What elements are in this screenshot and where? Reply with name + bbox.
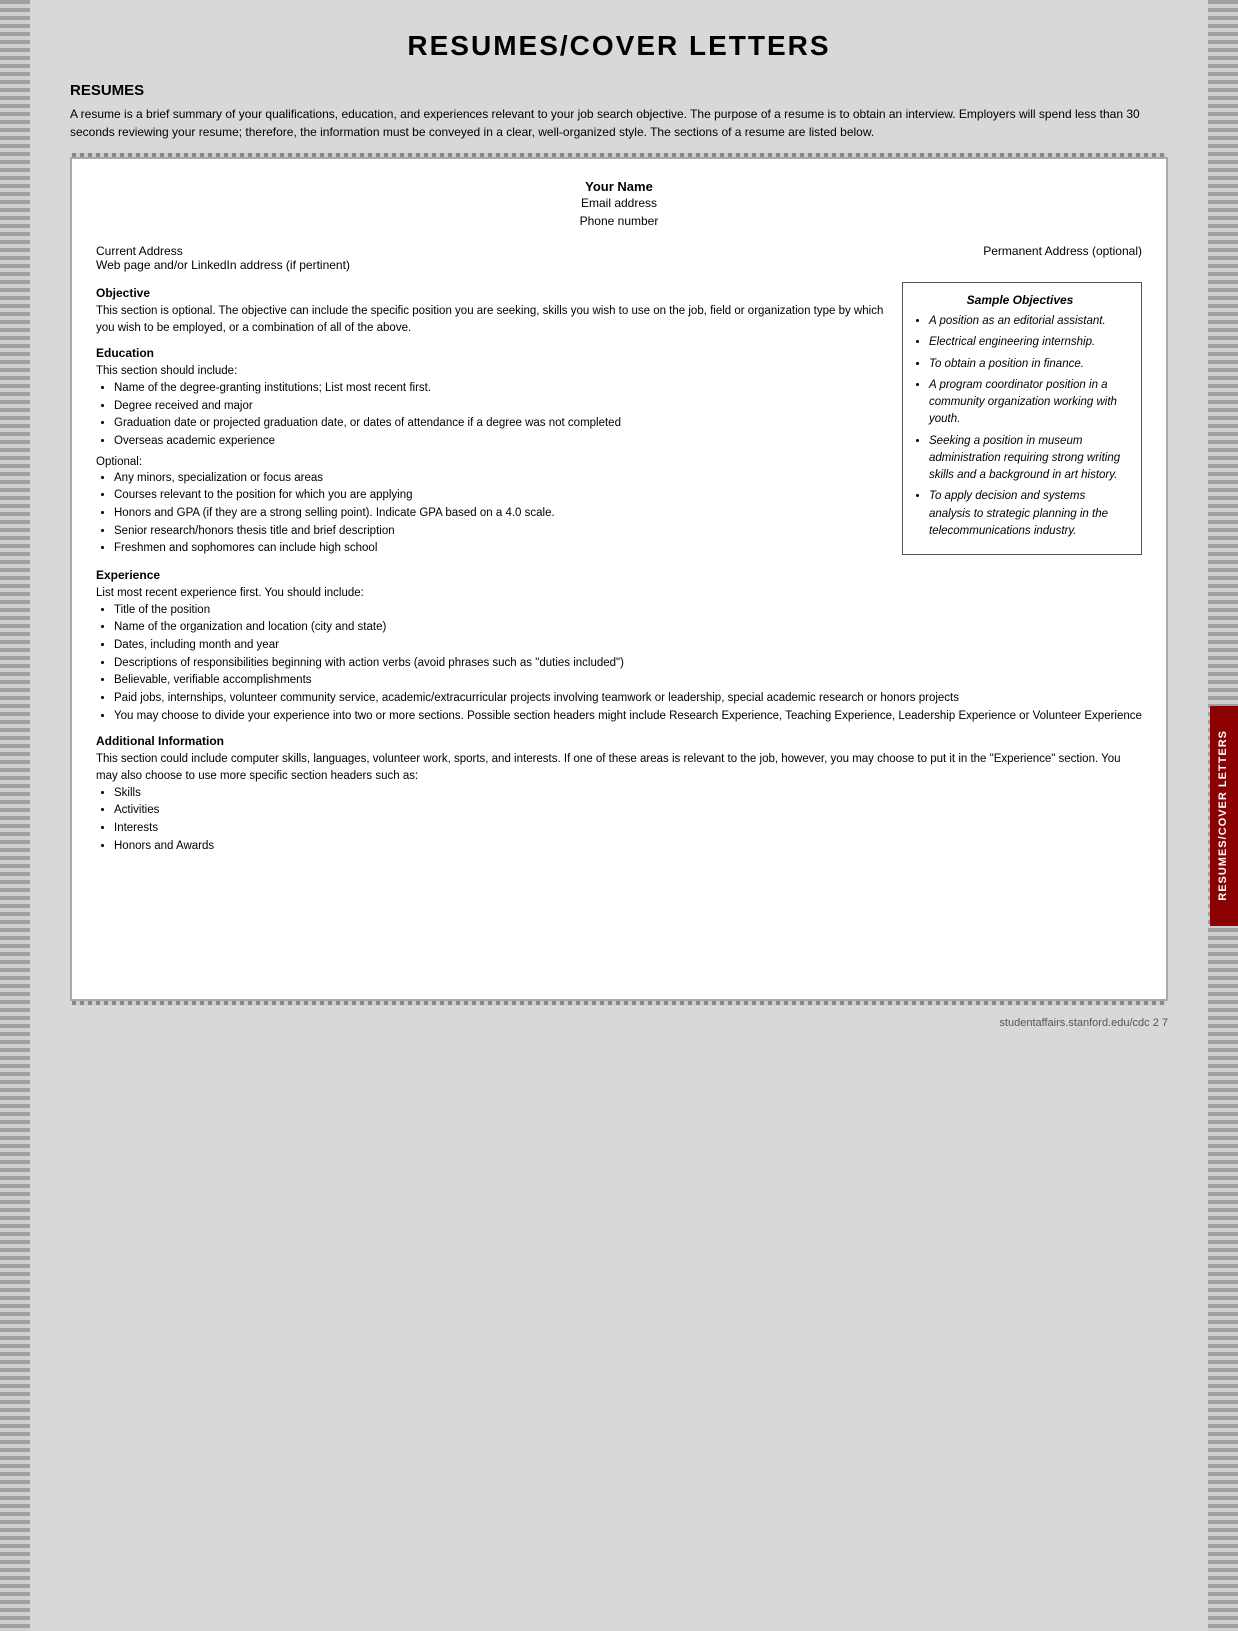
- education-optional-bullets: Any minors, specialization or focus area…: [96, 470, 886, 557]
- left-decorative-border: [0, 0, 30, 1631]
- edu-opt-bullet-1: Any minors, specialization or focus area…: [114, 470, 886, 487]
- exp-bullet-3: Dates, including month and year: [114, 637, 1142, 654]
- footer-text: studentaffairs.stanford.edu/cdc 2 7: [70, 1017, 1168, 1029]
- right-tab-label: RESUMES/COVER LETTERS: [1217, 730, 1230, 901]
- right-tab: RESUMES/COVER LETTERS: [1210, 706, 1238, 926]
- add-bullet-1: Skills: [114, 785, 1142, 802]
- permanent-address: Permanent Address (optional): [983, 244, 1142, 272]
- exp-bullet-5: Believable, verifiable accomplishments: [114, 672, 1142, 689]
- additional-info-bullets: Skills Activities Interests Honors and A…: [96, 785, 1142, 855]
- current-address-block: Current Address Web page and/or LinkedIn…: [96, 244, 350, 272]
- edu-opt-bullet-4: Senior research/honors thesis title and …: [114, 523, 886, 540]
- education-intro: This section should include:: [96, 363, 886, 380]
- edu-bullet-1: Name of the degree-granting institutions…: [114, 380, 886, 397]
- resume-two-col: Objective This section is optional. The …: [96, 276, 1142, 558]
- resumes-heading: RESUMES: [70, 82, 1168, 99]
- additional-info-title: Additional Information: [96, 734, 1142, 748]
- experience-intro: List most recent experience first. You s…: [96, 585, 1142, 602]
- address-row: Current Address Web page and/or LinkedIn…: [96, 244, 1142, 272]
- sample-obj-4: A program coordinator position in a comm…: [929, 377, 1127, 429]
- education-bullets: Name of the degree-granting institutions…: [96, 380, 886, 450]
- main-content: RESUMES/COVER LETTERS RESUMES A resume i…: [30, 0, 1208, 1631]
- resume-template-box: Your Name Email address Phone number Cur…: [70, 157, 1168, 1001]
- experience-title: Experience: [96, 568, 1142, 582]
- sample-objectives-box: Sample Objectives A position as an edito…: [902, 282, 1142, 555]
- sample-obj-3: To obtain a position in finance.: [929, 356, 1127, 373]
- resume-left-col: Objective This section is optional. The …: [96, 276, 886, 558]
- right-decorative-border: RESUMES/COVER LETTERS: [1208, 0, 1238, 1631]
- edu-opt-bullet-5: Freshmen and sophomores can include high…: [114, 540, 886, 557]
- exp-bullet-1: Title of the position: [114, 602, 1142, 619]
- edu-bullet-3: Graduation date or projected graduation …: [114, 415, 886, 432]
- additional-info-body: This section could include computer skil…: [96, 751, 1142, 784]
- add-bullet-4: Honors and Awards: [114, 838, 1142, 855]
- resume-email: Email address: [96, 194, 1142, 212]
- add-bullet-3: Interests: [114, 820, 1142, 837]
- sample-obj-5: Seeking a position in museum administrat…: [929, 433, 1127, 485]
- objective-title: Objective: [96, 286, 886, 300]
- resume-name: Your Name: [96, 179, 1142, 194]
- edu-opt-bullet-2: Courses relevant to the position for whi…: [114, 487, 886, 504]
- sample-objectives-title: Sample Objectives: [913, 293, 1127, 307]
- edu-bullet-4: Overseas academic experience: [114, 433, 886, 450]
- exp-bullet-2: Name of the organization and location (c…: [114, 619, 1142, 636]
- exp-bullet-6: Paid jobs, internships, volunteer commun…: [114, 690, 1142, 707]
- sample-objectives-list: A position as an editorial assistant. El…: [913, 313, 1127, 540]
- sample-obj-2: Electrical engineering internship.: [929, 334, 1127, 351]
- web-address: Web page and/or LinkedIn address (if per…: [96, 258, 350, 272]
- exp-bullet-7: You may choose to divide your experience…: [114, 708, 1142, 725]
- add-bullet-2: Activities: [114, 802, 1142, 819]
- optional-label: Optional:: [96, 456, 886, 468]
- resumes-intro: A resume is a brief summary of your qual…: [70, 105, 1168, 141]
- sample-objectives-col: Sample Objectives A position as an edito…: [902, 276, 1142, 558]
- exp-bullet-4: Descriptions of responsibilities beginni…: [114, 655, 1142, 672]
- resume-header: Your Name Email address Phone number: [96, 179, 1142, 230]
- sample-obj-6: To apply decision and systems analysis t…: [929, 488, 1127, 540]
- page-title: RESUMES/COVER LETTERS: [70, 30, 1168, 62]
- current-address-label: Current Address: [96, 244, 350, 258]
- objective-body: This section is optional. The objective …: [96, 303, 886, 336]
- experience-bullets: Title of the position Name of the organi…: [96, 602, 1142, 725]
- edu-opt-bullet-3: Honors and GPA (if they are a strong sel…: [114, 505, 886, 522]
- education-title: Education: [96, 346, 886, 360]
- edu-bullet-2: Degree received and major: [114, 398, 886, 415]
- sample-obj-1: A position as an editorial assistant.: [929, 313, 1127, 330]
- resume-phone: Phone number: [96, 212, 1142, 230]
